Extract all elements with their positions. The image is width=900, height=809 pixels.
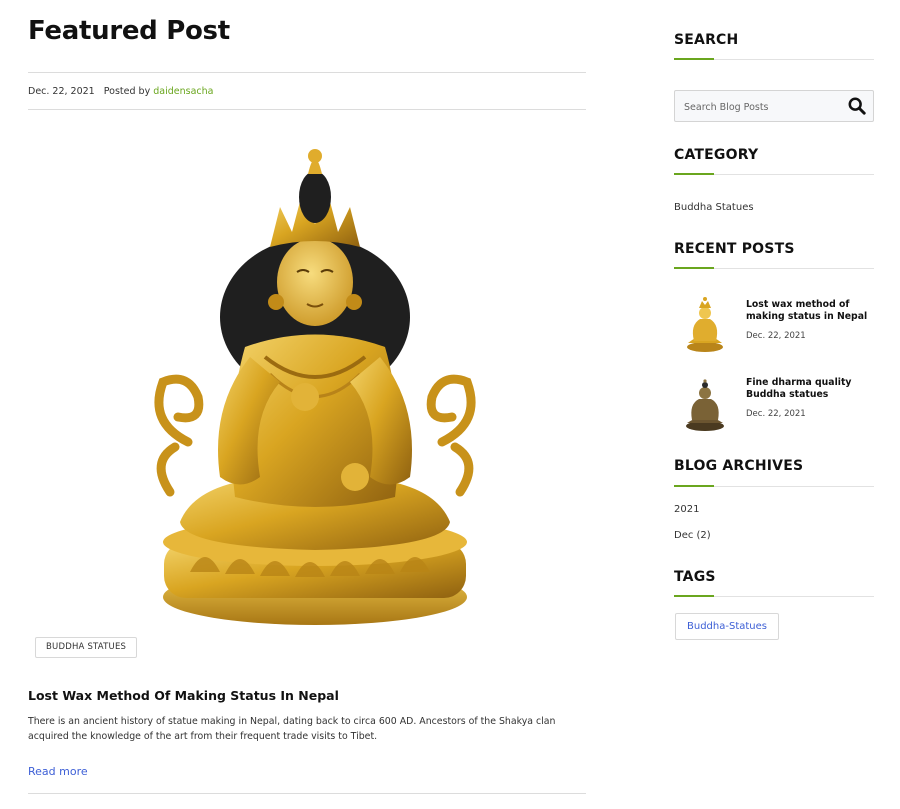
search-box <box>674 90 874 122</box>
tag-buddha-statues[interactable]: Buddha-Statues <box>675 613 779 640</box>
recent-post-item[interactable]: Fine dharma quality Buddha statues Dec. … <box>674 373 874 437</box>
category-item-buddha-statues[interactable]: Buddha Statues <box>674 202 754 213</box>
recent-posts-heading-rule <box>674 267 874 269</box>
search-input[interactable] <box>684 99 844 115</box>
recent-post-item[interactable]: Lost wax method of making status in Nepa… <box>674 295 874 359</box>
recent-post-thumbnail[interactable] <box>680 373 730 433</box>
recent-post-title[interactable]: Fine dharma quality Buddha statues <box>746 377 876 400</box>
blog-archives-heading-rule <box>674 485 874 487</box>
recent-post-date: Dec. 22, 2021 <box>746 409 806 419</box>
recent-post-date: Dec. 22, 2021 <box>746 331 806 341</box>
search-heading-rule <box>674 58 874 60</box>
read-more-link[interactable]: Read more <box>28 765 88 778</box>
author-link[interactable]: daidensacha <box>153 86 213 97</box>
category-heading-rule <box>674 173 874 175</box>
post-meta: Dec. 22, 2021 Posted by daidensacha <box>28 86 213 97</box>
archive-year-2021[interactable]: 2021 <box>674 504 699 515</box>
recent-post-thumbnail[interactable] <box>680 295 730 355</box>
recent-post-title[interactable]: Lost wax method of making status in Nepa… <box>746 299 876 322</box>
divider-meta <box>28 109 586 110</box>
category-badge[interactable]: BUDDHA STATUES <box>35 637 138 658</box>
divider-bottom <box>28 793 586 794</box>
featured-post-image[interactable] <box>140 142 490 630</box>
divider-top <box>28 72 586 73</box>
posted-by-label: Posted by <box>103 86 151 97</box>
page-title: Featured Post <box>28 16 230 46</box>
search-heading: SEARCH <box>674 32 739 48</box>
blog-archives-heading: BLOG ARCHIVES <box>674 458 804 474</box>
post-excerpt: There is an ancient history of statue ma… <box>28 716 556 742</box>
archive-month-dec[interactable]: Dec (2) <box>674 530 711 541</box>
recent-posts-heading: RECENT POSTS <box>674 241 795 257</box>
post-title[interactable]: Lost Wax Method Of Making Status In Nepa… <box>28 688 339 703</box>
tags-heading: TAGS <box>674 569 716 585</box>
post-date: Dec. 22, 2021 <box>28 86 95 97</box>
tags-heading-rule <box>674 595 874 597</box>
search-icon[interactable] <box>848 97 866 115</box>
category-heading: CATEGORY <box>674 147 759 163</box>
